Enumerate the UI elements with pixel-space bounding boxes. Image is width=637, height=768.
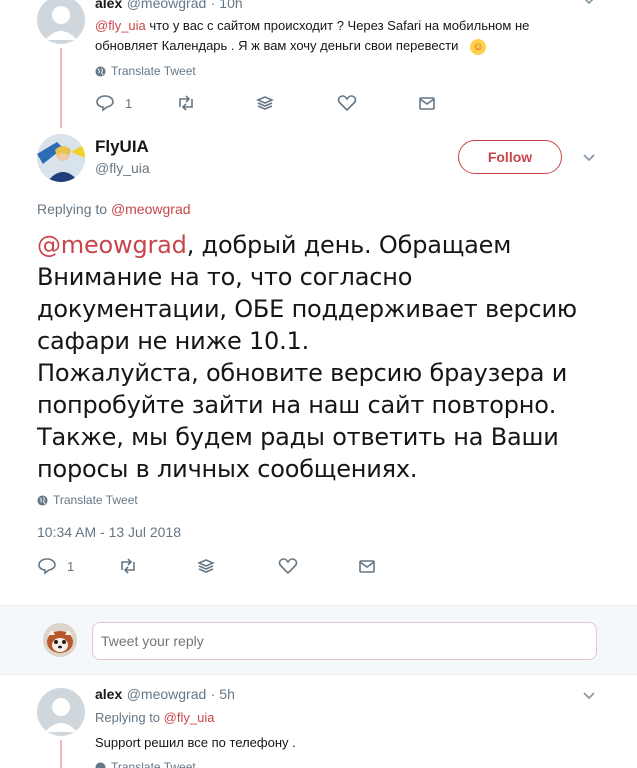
tweet-text: @fly_uia что у вас с сайтом происходит ?… xyxy=(95,18,530,55)
current-user-avatar[interactable] xyxy=(43,623,77,657)
globe-icon xyxy=(95,761,106,768)
mention-link[interactable]: @fly_uia xyxy=(95,18,146,33)
thread-line xyxy=(60,48,62,128)
default-avatar-icon xyxy=(45,6,77,40)
heart-icon xyxy=(278,558,298,575)
default-avatar-icon xyxy=(45,698,77,732)
avatar-flyuia[interactable] xyxy=(37,134,85,182)
tweet-time[interactable]: · 5h xyxy=(211,686,235,702)
globe-icon xyxy=(37,494,48,506)
layers-icon xyxy=(197,559,215,573)
replying-to-link[interactable]: @meowgrad xyxy=(111,201,191,217)
red-panda-avatar-image xyxy=(43,623,77,657)
replying-to: Replying to @meowgrad xyxy=(37,201,191,217)
reply-icon xyxy=(96,95,114,112)
translate-tweet-link[interactable]: Translate Tweet xyxy=(95,64,196,78)
chevron-down-icon[interactable] xyxy=(582,689,596,703)
tweet-header: alex @meowgrad · 10h xyxy=(95,0,243,13)
tweet-timestamp[interactable]: 10:34 AM - 13 Jul 2018 xyxy=(37,524,181,540)
flyuia-avatar-image xyxy=(37,134,85,182)
reply-button[interactable]: 1 xyxy=(37,556,74,576)
reply-button[interactable]: 1 xyxy=(95,93,132,113)
tweet-reply-input[interactable] xyxy=(92,622,597,660)
envelope-icon xyxy=(359,560,375,573)
message-button[interactable] xyxy=(417,93,437,113)
chevron-down-icon[interactable] xyxy=(582,0,596,8)
replying-to: Replying to @fly_uia xyxy=(95,710,215,725)
tweet-time[interactable]: · 10h xyxy=(211,0,243,11)
user-name[interactable]: alex xyxy=(95,686,122,702)
tweet-actions: 1 xyxy=(37,556,397,576)
envelope-icon xyxy=(419,97,435,110)
reply-icon xyxy=(38,558,56,575)
retweet-button[interactable] xyxy=(176,93,196,113)
translate-tweet-link[interactable]: Translate Tweet xyxy=(37,493,138,507)
tweet-actions: 1 xyxy=(95,93,435,113)
retweet-icon xyxy=(179,95,193,111)
avatar-alex[interactable] xyxy=(37,688,85,736)
chevron-down-icon[interactable] xyxy=(582,151,596,165)
like-button[interactable] xyxy=(278,556,298,576)
tweet-header: alex @meowgrad · 5h xyxy=(95,686,235,704)
user-name[interactable]: FlyUIA xyxy=(95,137,149,157)
user-handle[interactable]: @meowgrad xyxy=(127,0,207,11)
follow-button[interactable]: Follow xyxy=(458,140,562,174)
heart-icon xyxy=(337,95,357,112)
avatar-alex[interactable] xyxy=(37,0,85,44)
retweet-icon xyxy=(121,558,135,574)
reply-count: 1 xyxy=(125,95,133,111)
blush-emoji-icon: ☺ xyxy=(469,39,486,55)
like-button[interactable] xyxy=(337,93,357,113)
mention-link[interactable]: @meowgrad xyxy=(37,231,187,259)
translate-tweet-link[interactable]: Translate Tweet xyxy=(95,760,196,768)
replying-to-link[interactable]: @fly_uia xyxy=(164,710,215,725)
user-handle[interactable]: @meowgrad xyxy=(127,686,207,702)
retweet-button[interactable] xyxy=(118,556,138,576)
tweet-text: Support решил все по телефону . xyxy=(95,735,296,750)
stack-button[interactable] xyxy=(255,93,275,113)
layers-icon xyxy=(256,96,274,110)
message-button[interactable] xyxy=(357,556,377,576)
globe-icon xyxy=(95,65,106,77)
tweet-text: @meowgrad, добрый день. Обращаем Внимани… xyxy=(37,231,577,483)
stack-button[interactable] xyxy=(196,556,216,576)
reply-composer xyxy=(0,605,637,675)
user-name[interactable]: alex xyxy=(95,0,122,11)
user-handle[interactable]: @fly_uia xyxy=(95,160,150,176)
thread-line xyxy=(60,740,62,768)
reply-count: 1 xyxy=(67,558,75,574)
